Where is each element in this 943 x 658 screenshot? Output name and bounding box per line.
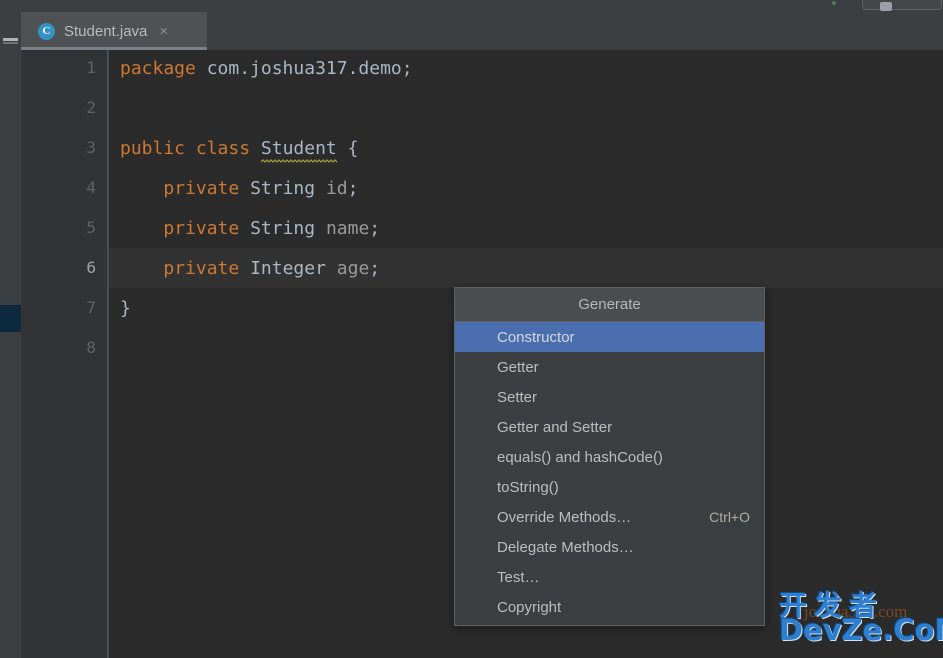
code-line-3: public class Student { [120,138,359,163]
generate-popup-item[interactable]: Delegate Methods… [455,532,764,562]
generate-popup-item-label: Constructor [497,328,575,346]
generate-popup-item[interactable]: toString() [455,472,764,502]
code-line-7: } [120,298,131,319]
minus-icon[interactable] [3,38,18,41]
toolbar-widget[interactable] [862,0,942,11]
code-token: ; [347,178,359,199]
code-token: name [325,218,370,239]
code-token: String [250,178,316,199]
error-stripe-marker[interactable] [0,305,21,332]
generate-popup-title: Generate [455,288,764,322]
line-number-3: 3 [86,138,96,157]
code-token: com.joshua317.demo [206,58,402,79]
code-token: ; [401,58,413,79]
generate-popup-item-label: Test… [497,568,540,586]
code-line-5: private String name; [120,218,380,239]
editor-tab-label: Student.java [64,22,148,40]
code-token: ; [369,258,381,279]
code-token: private [163,218,240,239]
editor-tab-bar: C Student.java × [21,12,943,50]
line-number-7: 7 [86,298,96,317]
generate-popup-item-label: equals() and hashCode() [497,448,663,466]
toolbar-widget-icon [880,2,892,11]
code-token: Student [260,138,337,163]
generate-popup-item-label: Getter and Setter [497,418,613,436]
code-token: ; [369,218,381,239]
generate-popup-item-shortcut: Ctrl+O [709,509,750,525]
generate-popup-item[interactable]: Test… [455,562,764,592]
code-token: package [120,58,196,79]
line-number-5: 5 [86,218,96,237]
generate-popup-item[interactable]: equals() and hashCode() [455,442,764,472]
generate-popup-item[interactable]: Override Methods… Ctrl+O [455,502,764,532]
generate-popup-item[interactable]: Getter [455,352,764,382]
line-number-6: 6 [86,258,96,277]
code-token: class [195,138,251,159]
line-number-2: 2 [86,98,96,117]
code-token: Integer [250,258,326,279]
generate-popup-item-label: Copyright [497,598,562,616]
code-token: age [336,258,370,279]
code-token: { [336,138,359,159]
code-token: private [163,178,240,199]
code-token: public [120,138,186,159]
run-status-dot-icon [832,1,836,5]
generate-popup-item[interactable]: Setter [455,382,764,412]
generate-popup[interactable]: Generate Constructor Getter Setter Getter a… [454,287,765,626]
minus-icon-shadow [3,42,18,44]
line-number-8: 8 [86,338,96,357]
java-class-icon: C [38,22,55,40]
generate-popup-item-label: Override Methods… [497,508,632,526]
code-token: id [325,178,348,199]
ide-window: C Student.java × 1 2 3 4 5 6 7 8 package com.jo… [0,0,943,658]
line-number-1: 1 [86,58,96,77]
code-token: String [250,218,316,239]
code-token: } [120,298,131,319]
code-token: private [163,258,240,279]
generate-popup-item[interactable]: Copyright [455,592,764,622]
generate-popup-item-label: Setter [497,388,538,406]
generate-popup-list[interactable]: Constructor Getter Setter Getter and Setter… [455,322,764,622]
left-tool-strip [0,12,21,658]
editor-tab-student-java[interactable]: C Student.java × [21,12,207,50]
generate-popup-item-label: Delegate Methods… [497,538,634,556]
generate-popup-item-label: toString() [497,478,559,496]
code-line-4: private String id; [120,178,358,199]
close-icon[interactable]: × [159,24,168,39]
generate-popup-item-label: Getter [497,358,539,376]
code-line-6: private Integer age; [120,258,380,279]
warning-squiggle-icon [260,159,337,163]
editor-gutter[interactable]: 1 2 3 4 5 6 7 8 [21,50,107,658]
code-line-1: package com.joshua317.demo; [120,58,413,79]
top-toolbar-strip [0,0,943,12]
line-number-4: 4 [86,178,96,197]
generate-popup-item[interactable]: Constructor [455,322,764,352]
generate-popup-item[interactable]: Getter and Setter [455,412,764,442]
